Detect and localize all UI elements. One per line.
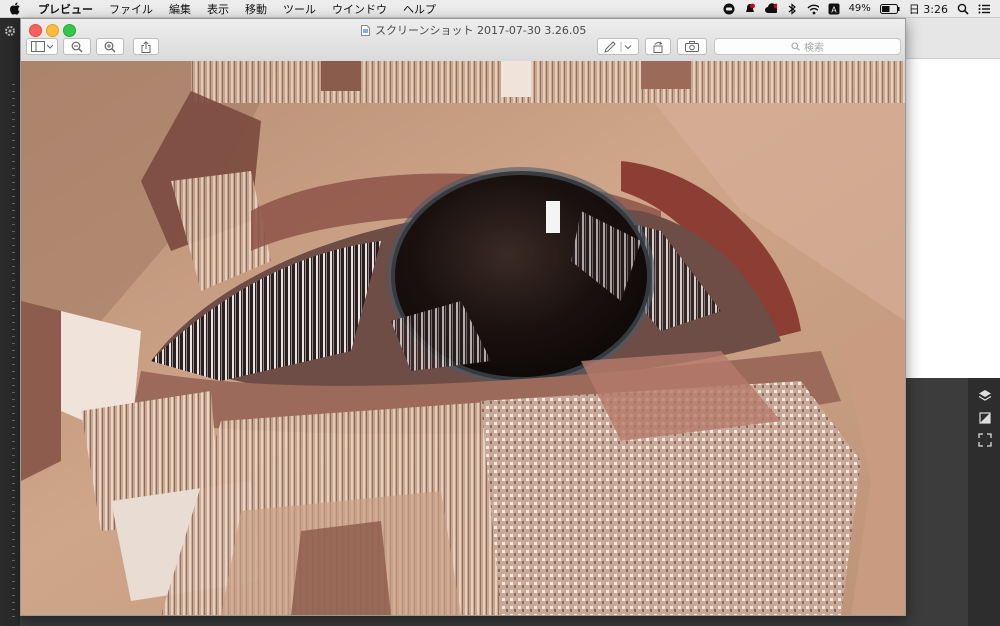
background-document-panel [906, 18, 1000, 378]
menu-go[interactable]: 移動 [245, 1, 267, 17]
rotate-icon [653, 40, 663, 53]
zoom-in-button[interactable] [96, 38, 124, 55]
camera-icon [685, 41, 699, 52]
menu-window[interactable]: ウインドウ [332, 1, 387, 17]
menu-app-preview[interactable]: プレビュー [38, 1, 93, 17]
notification-center-icon[interactable] [978, 3, 990, 15]
menu-edit[interactable]: 編集 [169, 1, 191, 17]
markup-button[interactable] [597, 38, 639, 55]
gear-icon[interactable] [4, 22, 16, 36]
menubar-clock[interactable]: 日 3:26 [909, 1, 948, 17]
menu-bar: プレビュー ファイル 編集 表示 移動 ツール ウインドウ ヘルプ A 49% … [0, 0, 1000, 18]
zoom-in-icon [104, 41, 116, 52]
document-icon [361, 24, 370, 36]
notification-icon[interactable] [744, 3, 756, 15]
window-title: スクリーンショット 2017-07-30 3.26.05 [361, 22, 586, 38]
sidebar-toggle-icon [31, 41, 53, 52]
menu-file[interactable]: ファイル [109, 1, 153, 17]
document-image[interactable] [21, 61, 905, 615]
wifi-icon[interactable] [807, 3, 819, 15]
eye-photo-glitch [21, 61, 905, 615]
battery-percent: 49% [848, 3, 871, 14]
search-placeholder: 検索 [804, 43, 824, 54]
window-titlebar[interactable]: スクリーンショット 2017-07-30 3.26.05 検索 [21, 19, 905, 62]
spotlight-icon[interactable] [957, 3, 969, 15]
battery-icon[interactable] [879, 3, 900, 15]
sidebar-toggle-button[interactable] [26, 38, 58, 55]
adjustment-icon[interactable] [978, 410, 992, 424]
camera-button[interactable] [677, 38, 707, 55]
svg-text:A: A [831, 5, 837, 14]
window-close-button[interactable] [29, 24, 42, 37]
window-title-text: スクリーンショット 2017-07-30 3.26.05 [375, 24, 587, 37]
share-icon [141, 40, 151, 53]
preview-window: スクリーンショット 2017-07-30 3.26.05 検索 [20, 18, 906, 616]
line-icon[interactable] [723, 3, 735, 15]
bluetooth-icon[interactable] [786, 2, 798, 15]
background-app-toolbar [0, 18, 20, 626]
share-button[interactable] [133, 38, 159, 55]
menu-help[interactable]: ヘルプ [403, 1, 436, 17]
search-icon [791, 42, 800, 51]
window-zoom-button[interactable] [63, 24, 76, 37]
background-ruler [12, 78, 15, 618]
rotate-button[interactable] [645, 38, 671, 55]
window-minimize-button[interactable] [46, 24, 59, 37]
status-area: A 49% 日 3:26 [723, 1, 990, 17]
fullscreen-icon[interactable] [978, 432, 992, 447]
zoom-out-button[interactable] [63, 38, 91, 55]
keyboard-input-icon[interactable]: A [828, 3, 840, 15]
creative-cloud-icon[interactable] [764, 2, 777, 15]
menu-view[interactable]: 表示 [207, 1, 229, 17]
layers-icon[interactable] [978, 388, 992, 402]
menu-tools[interactable]: ツール [283, 1, 316, 17]
apple-menu-icon[interactable] [10, 2, 24, 15]
search-field[interactable]: 検索 [714, 38, 901, 55]
background-tool-panel [906, 378, 1000, 626]
zoom-out-icon [71, 41, 83, 52]
background-panel-header [906, 18, 1000, 59]
markup-pen-icon [604, 40, 632, 53]
